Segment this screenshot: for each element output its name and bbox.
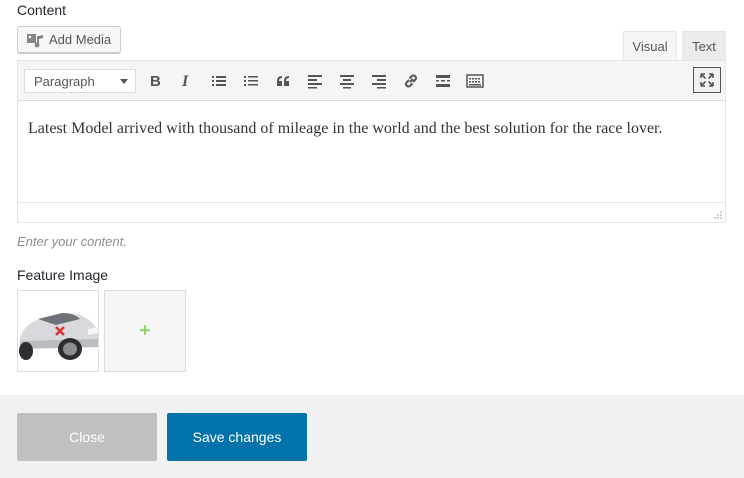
- save-changes-button[interactable]: Save changes: [167, 413, 307, 461]
- link-button[interactable]: [399, 69, 423, 93]
- tab-visual[interactable]: Visual: [623, 31, 677, 60]
- italic-button[interactable]: I: [174, 69, 198, 93]
- svg-text:I: I: [181, 73, 189, 89]
- align-center-button[interactable]: [335, 69, 359, 93]
- add-media-button[interactable]: Add Media: [17, 26, 121, 53]
- content-label: Content: [17, 2, 67, 18]
- editor-toolbar: Paragraph B I: [18, 61, 725, 101]
- close-button[interactable]: Close: [17, 413, 157, 461]
- tab-text[interactable]: Text: [682, 31, 726, 60]
- resize-handle-icon[interactable]: [713, 210, 722, 219]
- feature-image-label: Feature Image: [17, 267, 109, 283]
- modal-footer: Close Save changes: [0, 395, 744, 478]
- bold-icon: B: [150, 73, 161, 89]
- add-image-button[interactable]: +: [104, 290, 186, 372]
- plus-icon: +: [139, 319, 151, 342]
- format-select[interactable]: Paragraph: [24, 69, 136, 93]
- content-hint: Enter your content.: [17, 234, 127, 249]
- svg-text:B: B: [150, 73, 161, 89]
- blockquote-icon: [277, 76, 289, 86]
- align-left-button[interactable]: [303, 69, 327, 93]
- content-editor: Paragraph B I Latest Model arrived with …: [17, 60, 726, 223]
- editor-content[interactable]: Latest Model arrived with thousand of mi…: [28, 117, 718, 141]
- align-right-icon: [372, 75, 386, 89]
- fullscreen-button[interactable]: [693, 67, 721, 93]
- add-media-label: Add Media: [49, 32, 112, 47]
- read-more-button[interactable]: [431, 69, 455, 93]
- bullet-list-button[interactable]: [207, 69, 231, 93]
- toolbar-toggle-button[interactable]: [463, 69, 487, 93]
- link-icon: [405, 74, 417, 88]
- chevron-down-icon: [120, 79, 128, 84]
- blockquote-button[interactable]: [271, 69, 295, 93]
- align-right-button[interactable]: [367, 69, 391, 93]
- editor-statusbar: [18, 202, 725, 222]
- align-left-icon: [308, 75, 322, 89]
- read-more-icon: [436, 75, 450, 87]
- media-icon: [26, 32, 44, 48]
- align-center-icon: [340, 75, 354, 89]
- fullscreen-icon: [700, 73, 714, 87]
- bullet-list-icon: [212, 76, 226, 86]
- bold-button[interactable]: B: [143, 69, 167, 93]
- toolbar-toggle-icon: [466, 74, 484, 88]
- numbered-list-icon: [244, 76, 258, 86]
- feature-image-thumbnail[interactable]: [17, 290, 99, 372]
- italic-icon: I: [181, 73, 189, 89]
- car-image: [18, 291, 98, 371]
- numbered-list-button[interactable]: [239, 69, 263, 93]
- format-select-value: Paragraph: [34, 73, 95, 89]
